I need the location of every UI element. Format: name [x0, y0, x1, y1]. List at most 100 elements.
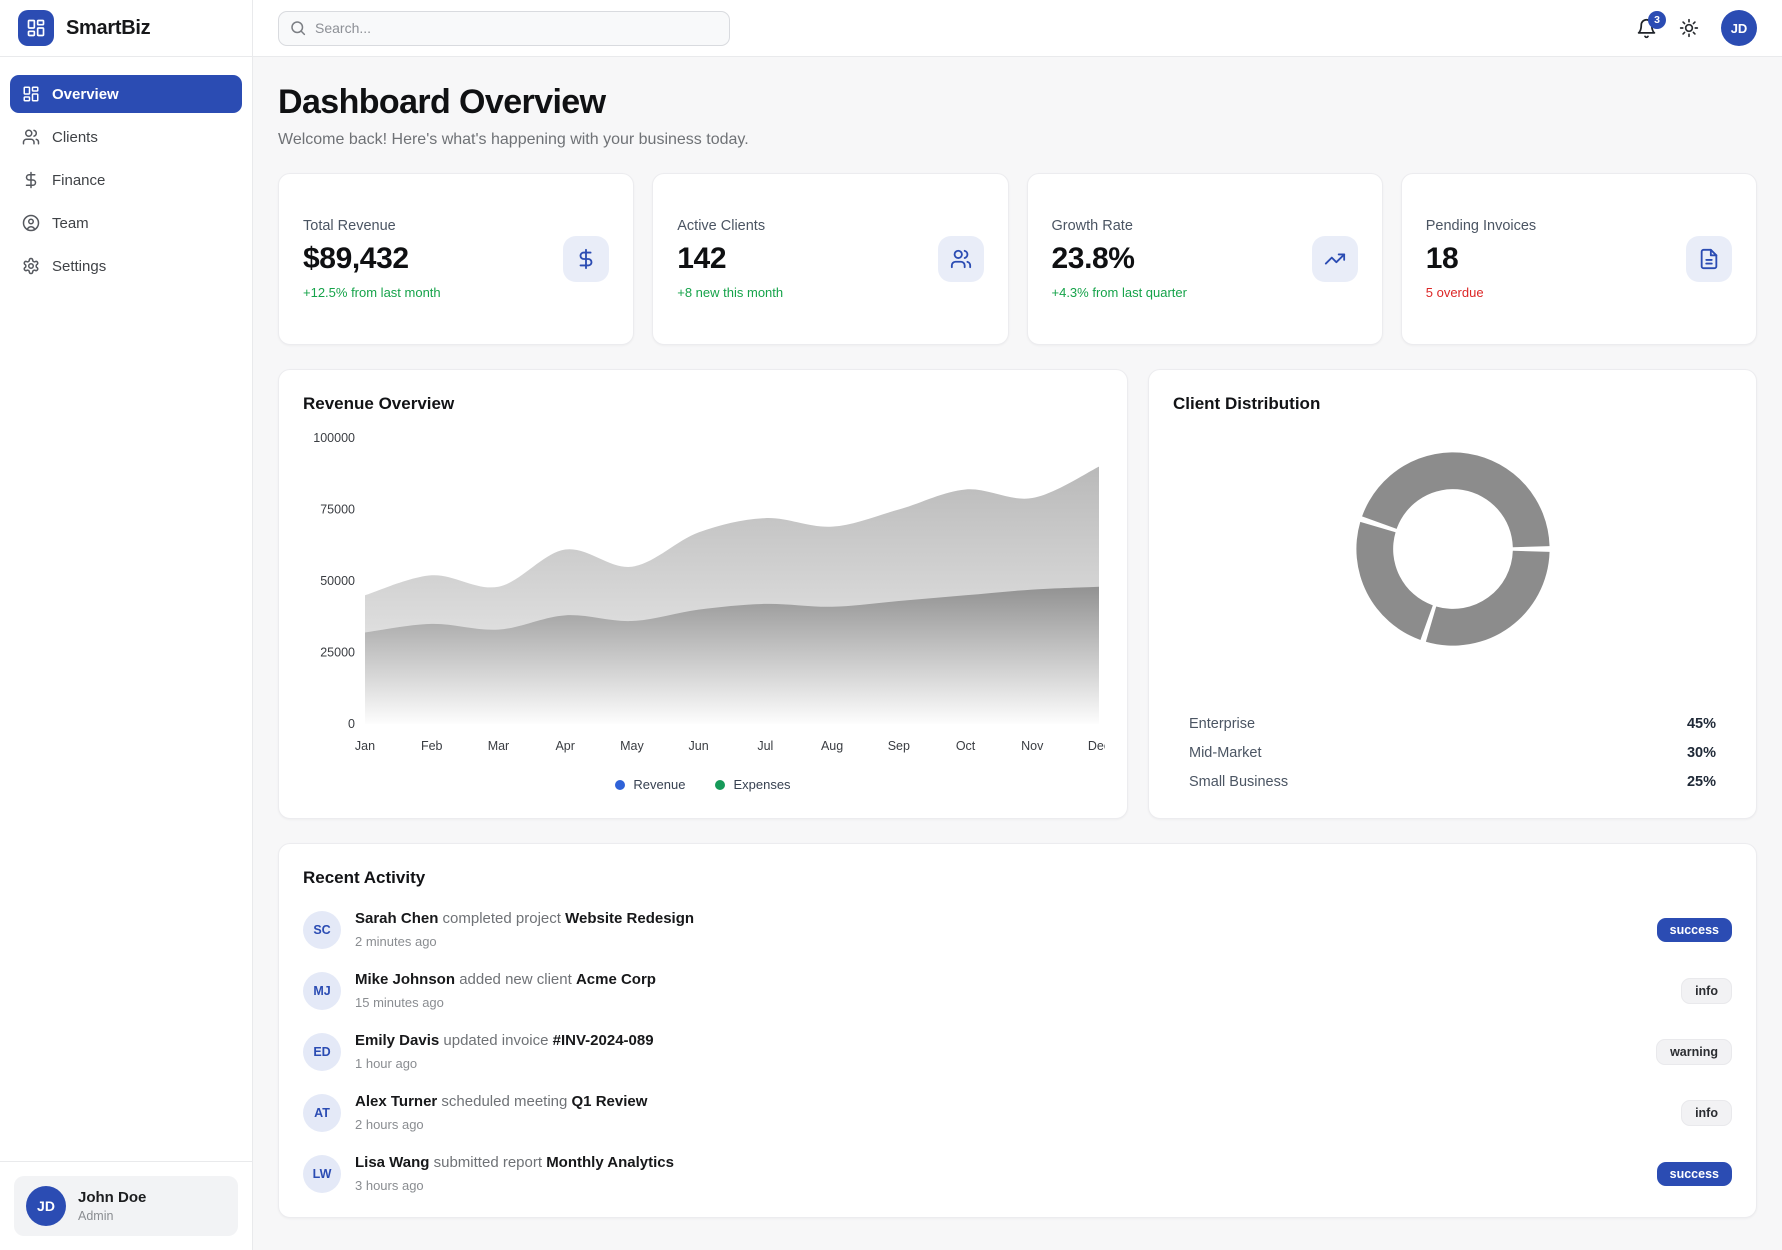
recent-activity-card: Recent Activity SC Sarah Chen completed p…	[278, 843, 1757, 1218]
sidebar-item-finance[interactable]: Finance	[10, 161, 242, 199]
sidebar-nav: Overview Clients Finance Team Settings	[0, 57, 252, 303]
legend-item[interactable]: Revenue	[615, 777, 685, 792]
activity-row: LW Lisa Wang submitted report Monthly Ana…	[303, 1154, 1732, 1193]
client-distribution-card: Client Distribution Enterprise 45% Mid-M…	[1148, 369, 1757, 819]
user-avatar: JD	[26, 1186, 66, 1226]
activity-body: Alex Turner scheduled meeting Q1 Review2…	[355, 1093, 647, 1132]
activity-action: updated invoice	[443, 1032, 548, 1049]
x-axis-label: Mar	[488, 739, 510, 753]
status-badge: info	[1681, 1100, 1732, 1126]
search-input[interactable]	[278, 11, 730, 46]
stat-value: 142	[677, 242, 783, 276]
stat-label: Growth Rate	[1052, 218, 1187, 234]
sun-icon	[1679, 18, 1699, 38]
activity-object: Monthly Analytics	[546, 1154, 674, 1171]
activity-timestamp: 1 hour ago	[355, 1056, 654, 1071]
activity-user: Mike Johnson	[355, 971, 455, 988]
donut-chart-canvas	[1348, 444, 1558, 654]
activity-action: submitted report	[434, 1154, 542, 1171]
segment-label: Small Business	[1189, 774, 1288, 790]
stats-row: Total Revenue $89,432 +12.5% from last m…	[278, 173, 1757, 345]
donut-segment-mid-market[interactable]	[1425, 551, 1549, 646]
charts-row: Revenue Overview 0250005000075000100000J…	[278, 369, 1757, 819]
user-name: John Doe	[78, 1189, 146, 1206]
status-badge: success	[1657, 918, 1732, 942]
donut-legend-row: Small Business 25%	[1189, 774, 1716, 790]
topbar-actions: 3 JD	[1636, 10, 1757, 46]
sidebar-item-overview[interactable]: Overview	[10, 75, 242, 113]
notifications-button[interactable]: 3	[1636, 18, 1657, 39]
y-axis-tick: 25000	[320, 646, 355, 660]
stat-card-total-revenue: Total Revenue $89,432 +12.5% from last m…	[278, 173, 634, 345]
topbar: 3 JD	[253, 0, 1782, 57]
stat-value: $89,432	[303, 242, 441, 276]
status-badge: warning	[1656, 1039, 1732, 1065]
activity-object: #INV-2024-089	[553, 1032, 654, 1049]
sidebar-item-label: Overview	[52, 86, 119, 103]
activity-object: Q1 Review	[572, 1093, 648, 1110]
activity-row: EDEmily Davis updated invoice #INV-2024-…	[303, 1032, 1732, 1071]
activity-row: ATAlex Turner scheduled meeting Q1 Revie…	[303, 1093, 1732, 1132]
file-icon	[1686, 236, 1732, 282]
x-axis-label: Aug	[821, 739, 843, 753]
activity-body: Sarah Chen completed project Website Red…	[355, 910, 694, 949]
avatar: LW	[303, 1155, 341, 1193]
users-icon	[938, 236, 984, 282]
activity-body: Lisa Wang submitted report Monthly Analy…	[355, 1154, 674, 1193]
x-axis-label: Apr	[555, 739, 574, 753]
chart-legend: Revenue Expenses	[303, 777, 1103, 792]
donut-segment-small-business[interactable]	[1356, 522, 1432, 640]
stat-delta: +12.5% from last month	[303, 285, 441, 300]
y-axis-tick: 50000	[320, 574, 355, 588]
theme-toggle-button[interactable]	[1679, 18, 1699, 38]
sidebar-item-clients[interactable]: Clients	[10, 118, 242, 156]
donut-legend-row: Mid-Market 30%	[1189, 745, 1716, 761]
legend-item[interactable]: Expenses	[715, 777, 790, 792]
x-axis-label: Jul	[757, 739, 773, 753]
page-content: Dashboard Overview Welcome back! Here's …	[253, 57, 1782, 1218]
legend-dot-icon	[615, 780, 625, 790]
user-role: Admin	[78, 1209, 146, 1223]
activity-timestamp: 15 minutes ago	[355, 995, 656, 1010]
search-box	[278, 11, 730, 46]
status-badge: info	[1681, 978, 1732, 1004]
stat-card-active-clients: Active Clients 142 +8 new this month	[652, 173, 1008, 345]
activity-object: Acme Corp	[576, 971, 656, 988]
x-axis-label: Sep	[888, 739, 910, 753]
app-logo: SmartBiz	[0, 0, 252, 57]
sidebar-item-settings[interactable]: Settings	[10, 247, 242, 285]
activity-timestamp: 3 hours ago	[355, 1178, 674, 1193]
x-axis-label: Feb	[421, 739, 443, 753]
profile-avatar[interactable]: JD	[1721, 10, 1757, 46]
activity-body: Emily Davis updated invoice #INV-2024-08…	[355, 1032, 654, 1071]
stat-delta: +8 new this month	[677, 285, 783, 300]
stat-delta: +4.3% from last quarter	[1052, 285, 1187, 300]
x-axis-label: Dec	[1088, 739, 1105, 753]
page-subtitle: Welcome back! Here's what's happening wi…	[278, 131, 1757, 149]
donut-legend: Enterprise 45% Mid-Market 30% Small Busi…	[1173, 716, 1732, 794]
app-name: SmartBiz	[66, 17, 150, 40]
legend-label: Expenses	[733, 777, 790, 792]
activity-action: scheduled meeting	[441, 1093, 567, 1110]
activity-body: Mike Johnson added new client Acme Corp1…	[355, 971, 656, 1010]
activity-timestamp: 2 hours ago	[355, 1117, 647, 1132]
page-title: Dashboard Overview	[278, 83, 1757, 122]
area-chart[interactable]: 0250005000075000100000JanFebMarAprMayJun…	[303, 424, 1103, 769]
donut-chart[interactable]	[1173, 444, 1732, 654]
legend-label: Revenue	[633, 777, 685, 792]
section-title: Recent Activity	[303, 868, 1732, 888]
stat-label: Active Clients	[677, 218, 783, 234]
user-circle-icon	[22, 214, 40, 232]
current-user-card[interactable]: JD John Doe Admin	[14, 1176, 238, 1236]
stat-value: 23.8%	[1052, 242, 1187, 276]
dashboard-icon	[22, 85, 40, 103]
sidebar-item-team[interactable]: Team	[10, 204, 242, 242]
stat-label: Pending Invoices	[1426, 218, 1536, 234]
avatar: SC	[303, 911, 341, 949]
y-axis-tick: 75000	[320, 503, 355, 517]
dollar-icon	[22, 171, 40, 189]
chart-title: Revenue Overview	[303, 394, 1103, 414]
sidebar-item-label: Clients	[52, 129, 98, 146]
stat-card-pending-invoices: Pending Invoices 18 5 overdue	[1401, 173, 1757, 345]
stat-value: 18	[1426, 242, 1536, 276]
